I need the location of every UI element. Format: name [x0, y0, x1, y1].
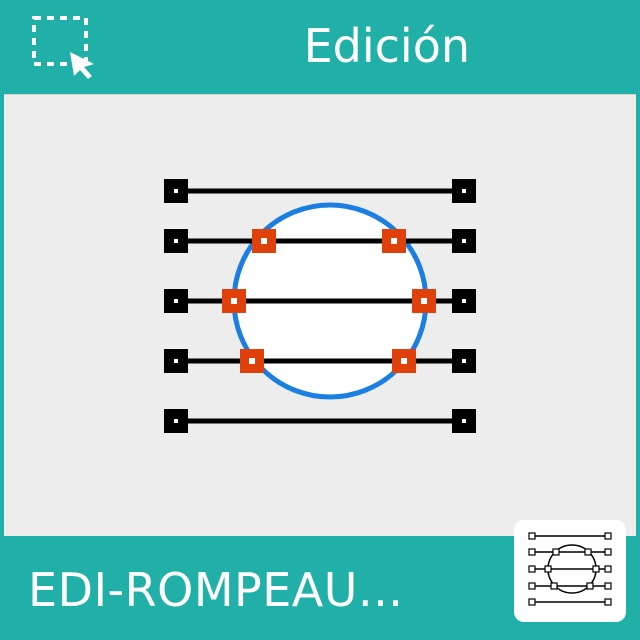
break-lines-circle-thumbnail-icon [528, 532, 612, 606]
break-lines-circle-icon [164, 179, 476, 433]
icon-canvas [4, 94, 636, 537]
command-name: EDI-ROMPEAU... [28, 563, 404, 617]
tile-header: Edición [0, 0, 640, 94]
category-label: Edición [303, 19, 470, 73]
command-thumbnail [514, 520, 626, 622]
command-tile[interactable]: Edición EDI-ROMPEAU... [0, 0, 640, 640]
selection-cursor-icon [32, 16, 94, 79]
